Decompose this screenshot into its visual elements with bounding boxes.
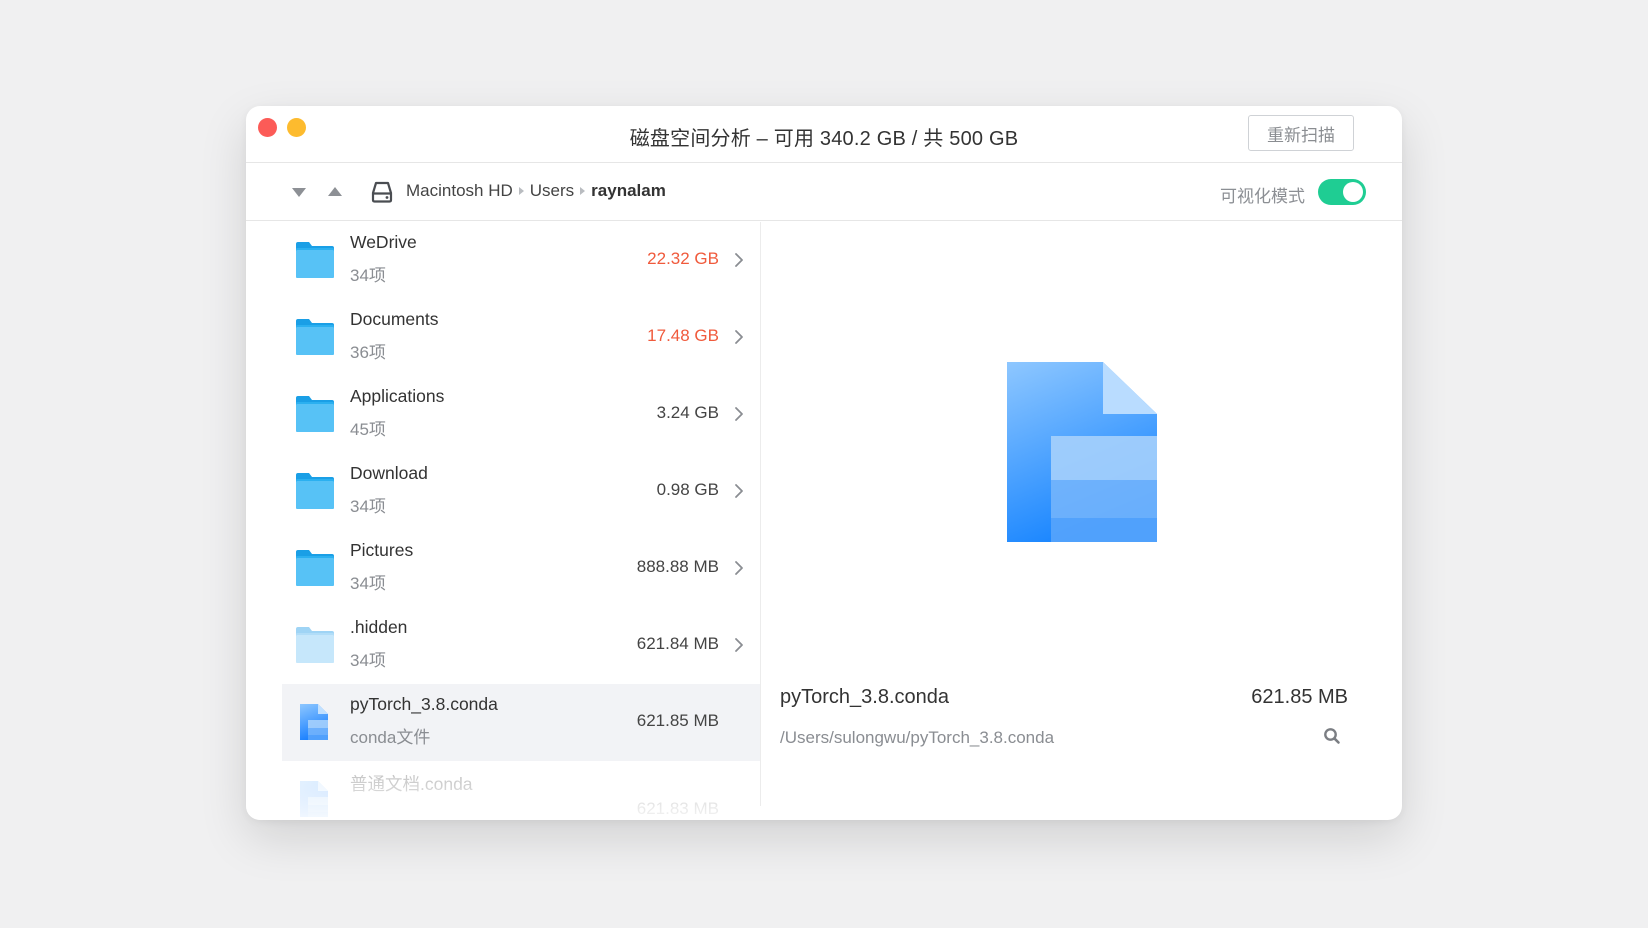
disk-analyzer-window: 磁盘空间分析 – 可用 340.2 GB / 共 500 GB 重新扫描 Mac… xyxy=(246,106,1402,820)
breadcrumb-separator-icon xyxy=(580,187,586,195)
navigate-up-icon[interactable] xyxy=(325,182,345,202)
preview-file-size: 621.85 MB xyxy=(1251,686,1348,708)
item-size: 621.83 MB xyxy=(636,799,719,818)
item-size: 22.32 GB xyxy=(647,249,719,268)
item-subtitle: 34项 xyxy=(350,266,386,285)
breadcrumb-macintosh-hd[interactable]: Macintosh HD xyxy=(406,181,513,201)
folder-icon xyxy=(294,471,336,511)
toggle-knob xyxy=(1343,182,1363,202)
item-name: pyTorch_3.8.conda xyxy=(350,694,498,714)
item-name: WeDrive xyxy=(350,232,417,252)
item-size: 888.88 MB xyxy=(636,557,719,576)
chevron-right-icon[interactable] xyxy=(733,483,745,499)
breadcrumb-users[interactable]: Users xyxy=(530,181,574,201)
item-subtitle: 36项 xyxy=(350,343,386,362)
item-size: 621.85 MB xyxy=(636,711,719,730)
list-item[interactable]: Documents 36项 17.48 GB xyxy=(282,299,760,376)
list-item[interactable]: Applications 45项 3.24 GB xyxy=(282,376,760,453)
file-icon xyxy=(294,779,336,819)
item-name: 普通文档.conda xyxy=(350,774,473,794)
preview-file-path: /Users/sulongwu/pyTorch_3.8.conda xyxy=(780,728,1055,747)
item-name: Pictures xyxy=(350,540,414,560)
large-file-icon xyxy=(1007,362,1157,542)
folder-icon xyxy=(294,625,336,665)
chevron-right-icon[interactable] xyxy=(733,560,745,576)
pane-divider xyxy=(760,222,761,806)
chevron-right-icon[interactable] xyxy=(733,637,745,653)
item-subtitle: 34项 xyxy=(350,497,386,516)
item-size: 3.24 GB xyxy=(656,403,719,422)
list-item[interactable]: Download 34项 0.98 GB xyxy=(282,453,760,530)
breadcrumb: Macintosh HD Users raynalam xyxy=(406,181,666,201)
item-name: .hidden xyxy=(350,617,408,637)
item-subtitle: 34项 xyxy=(350,574,386,593)
item-subtitle: 45项 xyxy=(350,420,386,439)
item-name: Download xyxy=(350,463,428,483)
list-item[interactable]: WeDrive 34项 22.32 GB xyxy=(282,222,760,299)
visualization-mode-toggle[interactable] xyxy=(1318,179,1366,205)
navigate-down-icon[interactable] xyxy=(289,182,309,202)
list-item[interactable]: 普通文档.conda 621.83 MB xyxy=(282,761,760,820)
visualization-mode-label: 可视化模式 xyxy=(1220,187,1305,206)
folder-icon xyxy=(294,240,336,280)
item-size: 0.98 GB xyxy=(656,480,719,499)
item-name: Documents xyxy=(350,309,439,329)
item-subtitle: 34项 xyxy=(350,651,386,670)
file-icon xyxy=(294,702,336,742)
list-item[interactable]: pyTorch_3.8.conda conda文件 621.85 MB xyxy=(282,684,760,761)
item-name: Applications xyxy=(350,386,445,406)
rescan-button[interactable]: 重新扫描 xyxy=(1248,115,1354,151)
breadcrumb-separator-icon xyxy=(518,187,524,195)
list-item[interactable]: .hidden 34项 621.84 MB xyxy=(282,607,760,684)
chevron-right-icon[interactable] xyxy=(733,406,745,422)
file-list: WeDrive 34项 22.32 GB Documents 36项 17.48 GB Ap… xyxy=(246,222,760,820)
item-size: 17.48 GB xyxy=(647,326,719,345)
chevron-right-icon[interactable] xyxy=(733,252,745,268)
preview-file-name: pyTorch_3.8.conda xyxy=(780,686,950,708)
item-subtitle: conda文件 xyxy=(350,728,431,747)
window-title: 磁盘空间分析 – 可用 340.2 GB / 共 500 GB xyxy=(629,128,1019,150)
hard-drive-icon xyxy=(371,181,393,203)
item-size: 621.84 MB xyxy=(636,634,719,653)
folder-icon xyxy=(294,317,336,357)
reveal-in-finder-search-icon[interactable] xyxy=(1322,726,1342,746)
list-item[interactable]: Pictures 34项 888.88 MB xyxy=(282,530,760,607)
title-bar: 磁盘空间分析 – 可用 340.2 GB / 共 500 GB 重新扫描 xyxy=(246,106,1402,163)
breadcrumb-raynalam[interactable]: raynalam xyxy=(591,181,666,201)
folder-icon xyxy=(294,394,336,434)
toolbar: Macintosh HD Users raynalam 可视化模式 xyxy=(246,163,1402,221)
folder-icon xyxy=(294,548,336,588)
chevron-right-icon[interactable] xyxy=(733,329,745,345)
